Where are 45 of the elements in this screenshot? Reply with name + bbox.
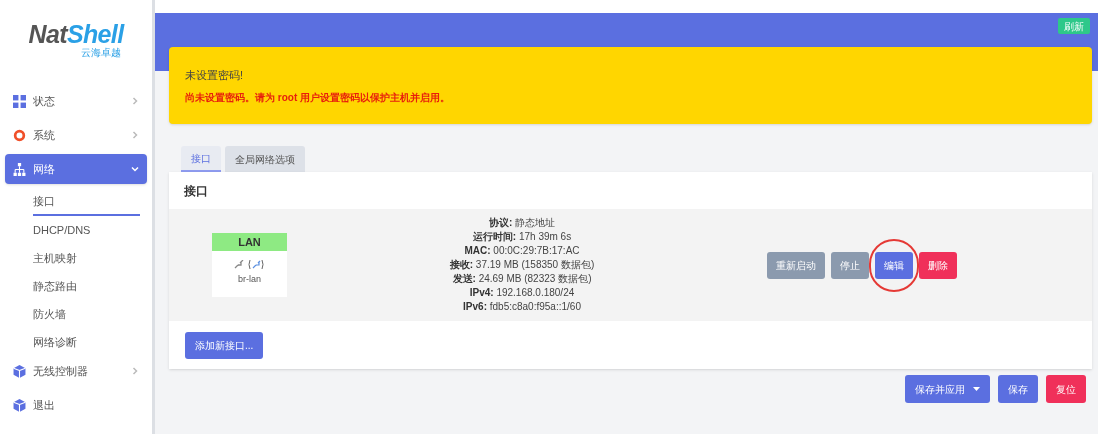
submenu-item[interactable]: 网络诊断 [33, 328, 140, 356]
footer-button[interactable]: 保存并应用 [905, 375, 990, 403]
interface-detail: 发送: 24.69 MB (82323 数据包) [452, 272, 592, 286]
chevron-right-icon [131, 131, 139, 139]
chevron-right-icon [131, 97, 139, 105]
add-interface-button[interactable]: 添加新接口... [185, 331, 264, 359]
interface-name: LAN [212, 233, 287, 252]
action-button[interactable]: 编辑 [875, 251, 913, 279]
logo-text: Nat [28, 22, 67, 47]
port-icon [234, 260, 244, 270]
network-icon [13, 162, 26, 176]
interface-detail: 运行时间: 17h 39m 6s [472, 230, 572, 244]
cube-icon [13, 364, 26, 378]
interface-detail: MAC: 00:0C:29:7B:17:AC [464, 244, 580, 258]
submenu-item[interactable]: DHCP/DNS [33, 216, 140, 244]
submenu-item[interactable]: 主机映射 [33, 244, 140, 272]
bracketed-port-icon [247, 259, 265, 271]
sidebar-item[interactable]: 网络 [5, 154, 147, 184]
footer-button[interactable]: 保存 [998, 375, 1038, 403]
logo-tagline: 云海卓越 [81, 48, 121, 58]
cube-icon [13, 398, 26, 412]
logo-text-accent: Shell [66, 22, 124, 47]
submenu-item[interactable]: 防火墙 [33, 300, 140, 328]
sidebar-item[interactable]: 系统 [5, 120, 147, 150]
action-button[interactable]: 删除 [919, 251, 957, 279]
interface-detail: 接收: 37.19 MB (158350 数据包) [449, 258, 595, 272]
section-title: 接口 [184, 182, 208, 200]
tab[interactable]: 全局网络选项 [225, 146, 305, 172]
interface-detail: IPv4: 192.168.0.180/24 [469, 286, 575, 300]
sidebar-item[interactable]: 退出 [5, 390, 147, 420]
footer-button[interactable]: 复位 [1046, 375, 1086, 403]
chevron-down-icon [131, 165, 139, 173]
caret-icon [973, 387, 980, 391]
grid-icon [13, 94, 26, 108]
interface-detail: IPv6: fdb5:c8a0:f95a::1/60 [463, 300, 581, 314]
submenu-item[interactable]: 接口 [33, 188, 140, 216]
sidebar-item[interactable]: 状态 [5, 86, 147, 116]
submenu-item[interactable]: 静态路由 [33, 272, 140, 300]
chevron-right-icon [131, 367, 139, 375]
alert-title: 未设置密码! [185, 68, 245, 83]
interface-detail: 协议: 静态地址 [488, 216, 556, 230]
alert-message: 尚未设置密码。请为 root 用户设置密码以保护主机并启用。 [185, 90, 451, 105]
tab[interactable]: 接口 [181, 146, 221, 172]
device-name: br-lan [238, 273, 261, 287]
sidebar-item[interactable]: 无线控制器 [5, 356, 147, 386]
